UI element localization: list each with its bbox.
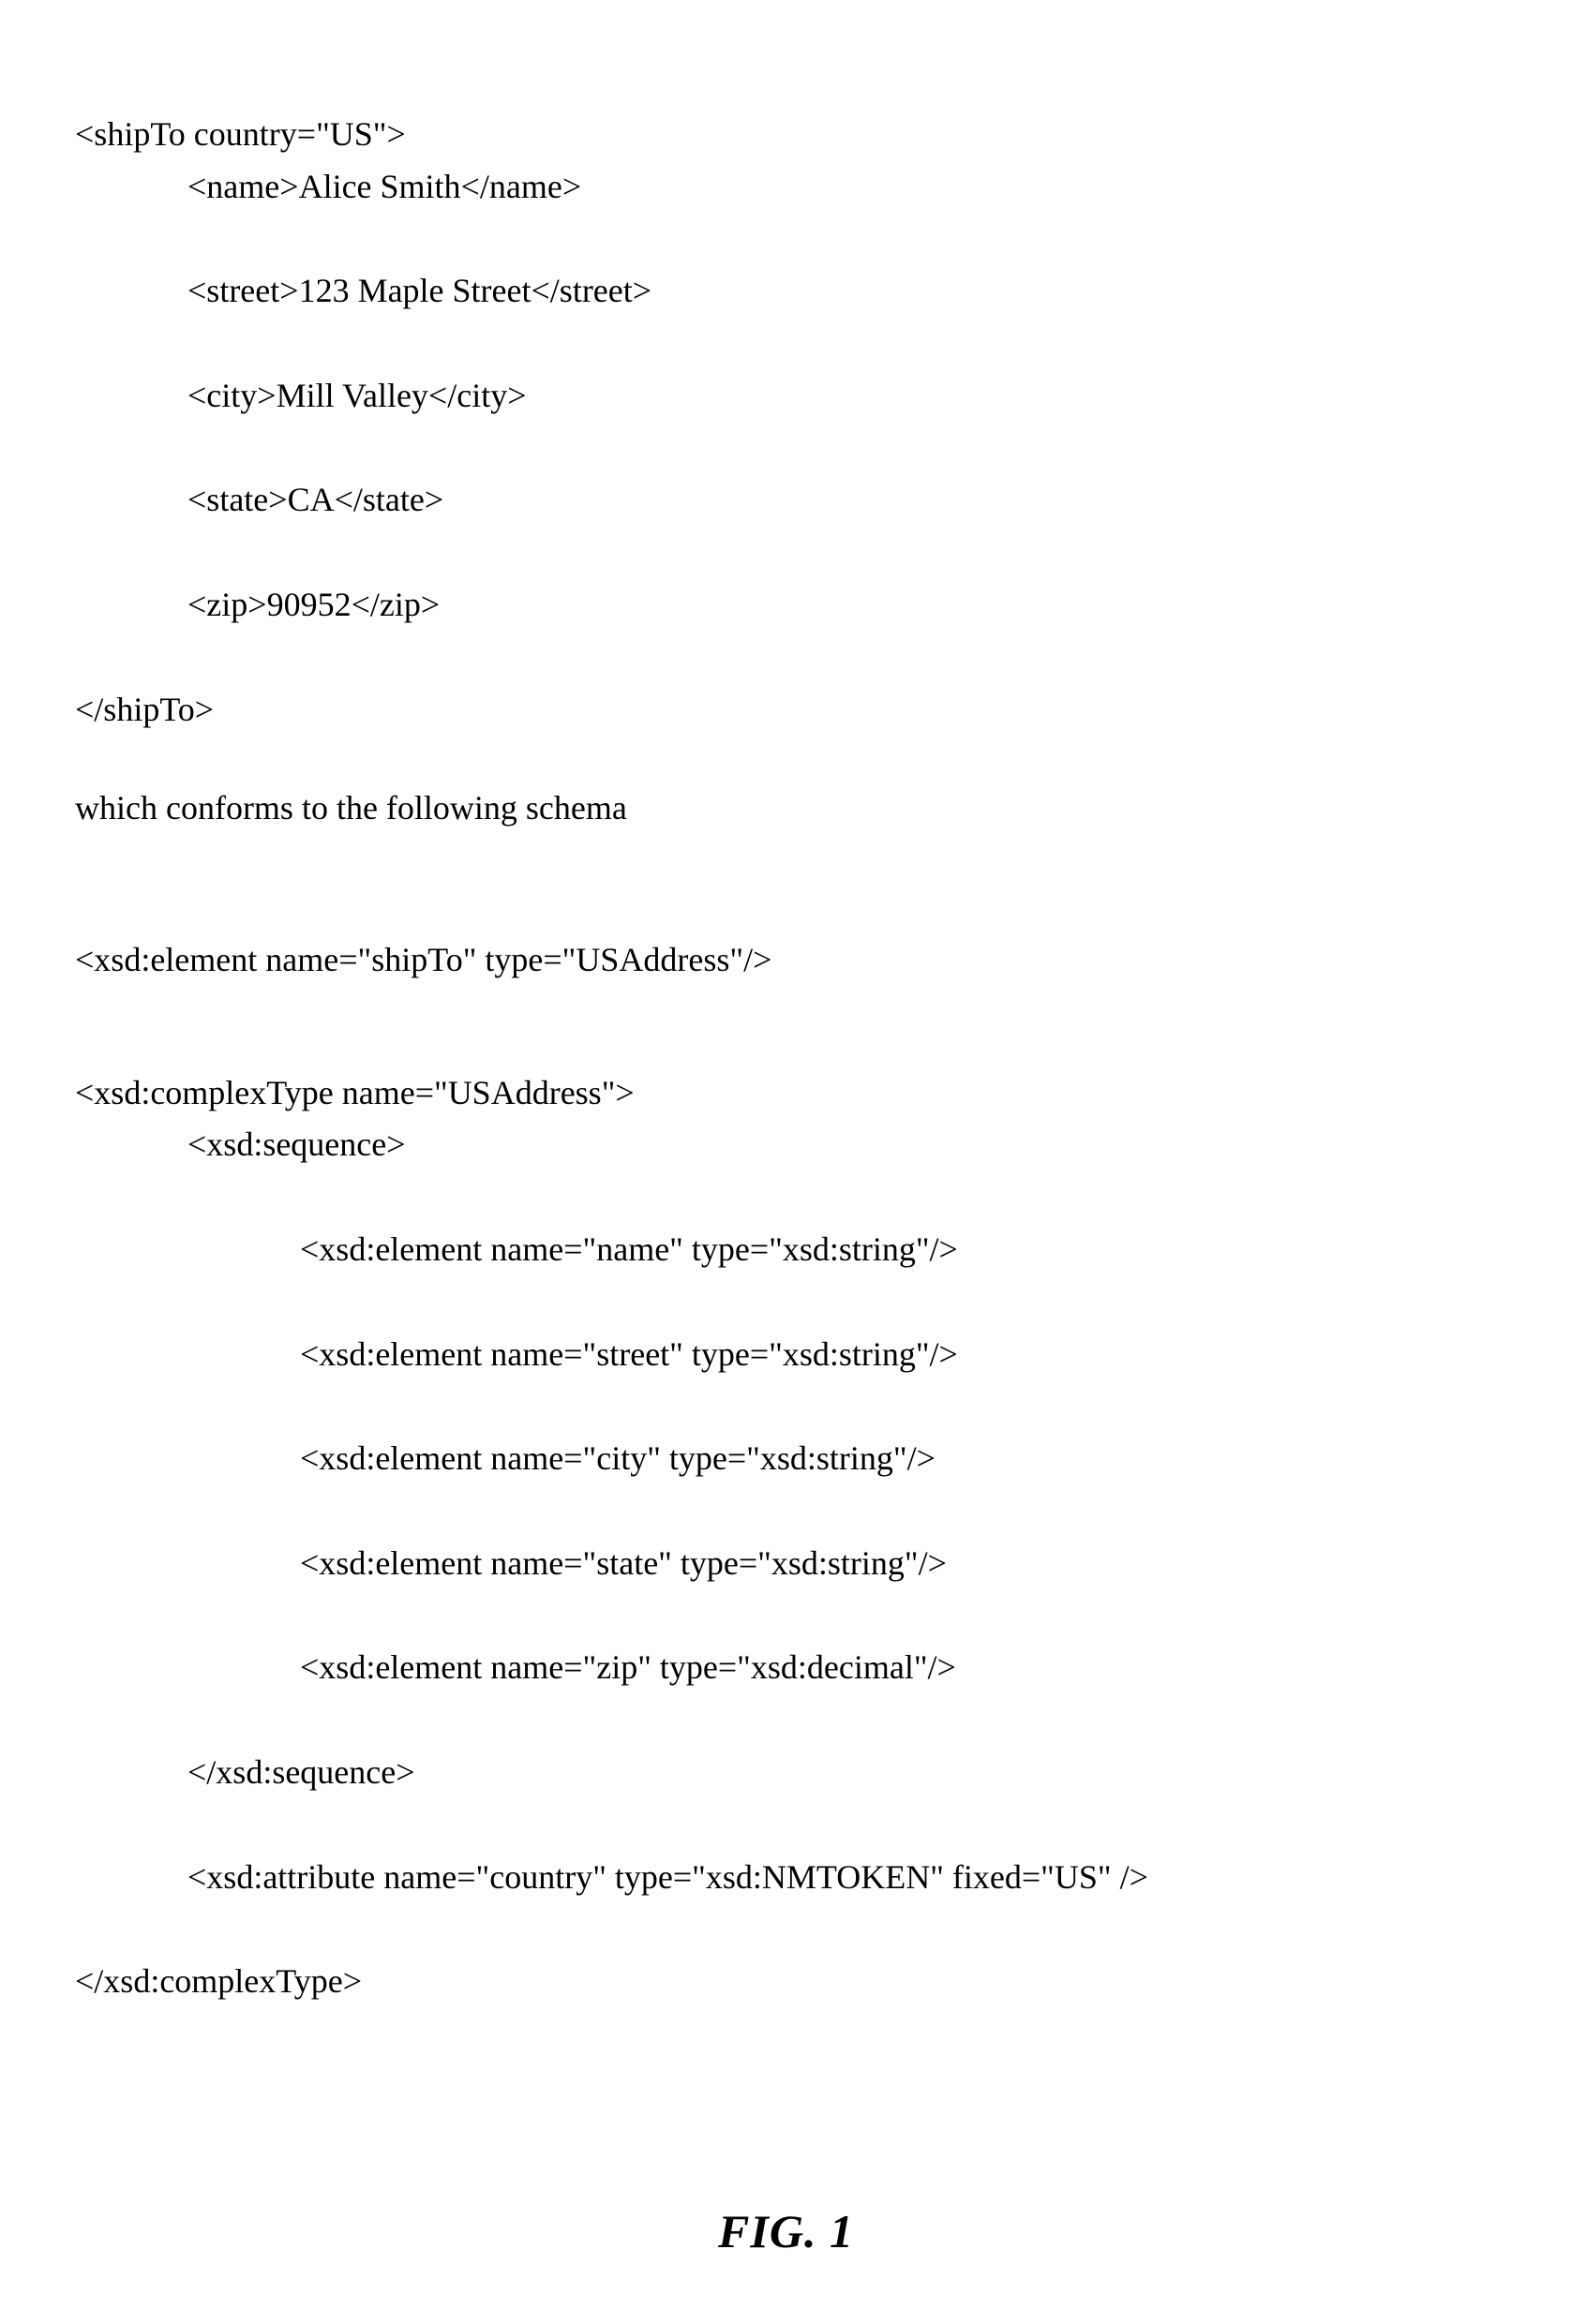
schema-line: <xsd:element name="name" type="xsd:strin…	[75, 1224, 1497, 1276]
xml-line: <state>CA</state>	[75, 474, 1497, 527]
schema-line: </xsd:complexType>	[75, 1962, 362, 2000]
schema-line: <xsd:complexType name="USAddress">	[75, 1074, 635, 1111]
schema-block: <xsd:element name="shipTo" type="USAddre…	[75, 882, 1497, 987]
schema-line: <xsd:element name="city" type="xsd:strin…	[75, 1433, 1497, 1485]
figure-label: FIG. 1	[75, 2196, 1497, 2269]
schema-line: <xsd:element name="zip" type="xsd:decima…	[75, 1642, 1497, 1694]
schema-line: <xsd:element name="shipTo" type="USAddre…	[75, 941, 771, 978]
schema-line: <xsd:element name="street" type="xsd:str…	[75, 1329, 1497, 1381]
xml-line: </shipTo>	[75, 691, 214, 728]
conforms-text: which conforms to the following schema	[75, 782, 1497, 835]
schema-line: <xsd:attribute name="country" type="xsd:…	[75, 1852, 1497, 1904]
schema-line: <xsd:element name="state" type="xsd:stri…	[75, 1538, 1497, 1590]
schema-block: <xsd:complexType name="USAddress"> <xsd:…	[75, 1015, 1497, 2008]
xml-line: <zip>90952</zip>	[75, 579, 1497, 632]
schema-line: <xsd:sequence>	[75, 1119, 1497, 1171]
schema-line: </xsd:sequence>	[75, 1747, 1497, 1799]
xml-line: <shipTo country="US">	[75, 115, 406, 153]
xml-line: <street>123 Maple Street</street>	[75, 265, 1497, 318]
xml-example: <shipTo country="US"> <name>Alice Smith<…	[75, 56, 1497, 736]
xml-line: <name>Alice Smith</name>	[75, 161, 1497, 214]
xml-line: <city>Mill Valley</city>	[75, 370, 1497, 423]
